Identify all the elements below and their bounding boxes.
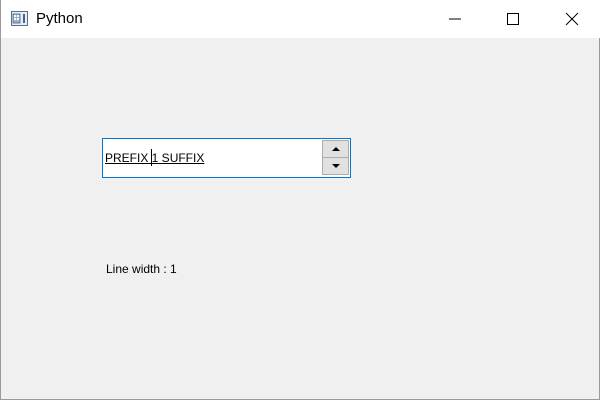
minimize-button[interactable]: [426, 0, 484, 38]
triangle-up-icon: [332, 147, 340, 151]
triangle-down-icon: [332, 164, 340, 168]
spinbox-value-text[interactable]: PREFIX 1 SUFFIX: [105, 151, 204, 165]
close-icon: [565, 12, 579, 26]
line-width-spinbox[interactable]: PREFIX 1 SUFFIX: [102, 138, 351, 178]
maximize-button[interactable]: [484, 0, 542, 38]
maximize-icon: [507, 13, 519, 25]
spin-down-button[interactable]: [322, 157, 349, 175]
python-app-icon: [11, 11, 28, 26]
close-button[interactable]: [543, 0, 600, 38]
minimize-icon: [449, 18, 461, 20]
title-bar[interactable]: Python: [1, 0, 600, 38]
app-window: Python PREFIX 1 SUFFIX Line width: 1: [0, 0, 600, 400]
text-caret: [151, 149, 152, 166]
line-width-label: Line width : 1: [106, 262, 177, 276]
spin-up-button[interactable]: [322, 140, 349, 158]
window-title: Python: [36, 10, 83, 27]
